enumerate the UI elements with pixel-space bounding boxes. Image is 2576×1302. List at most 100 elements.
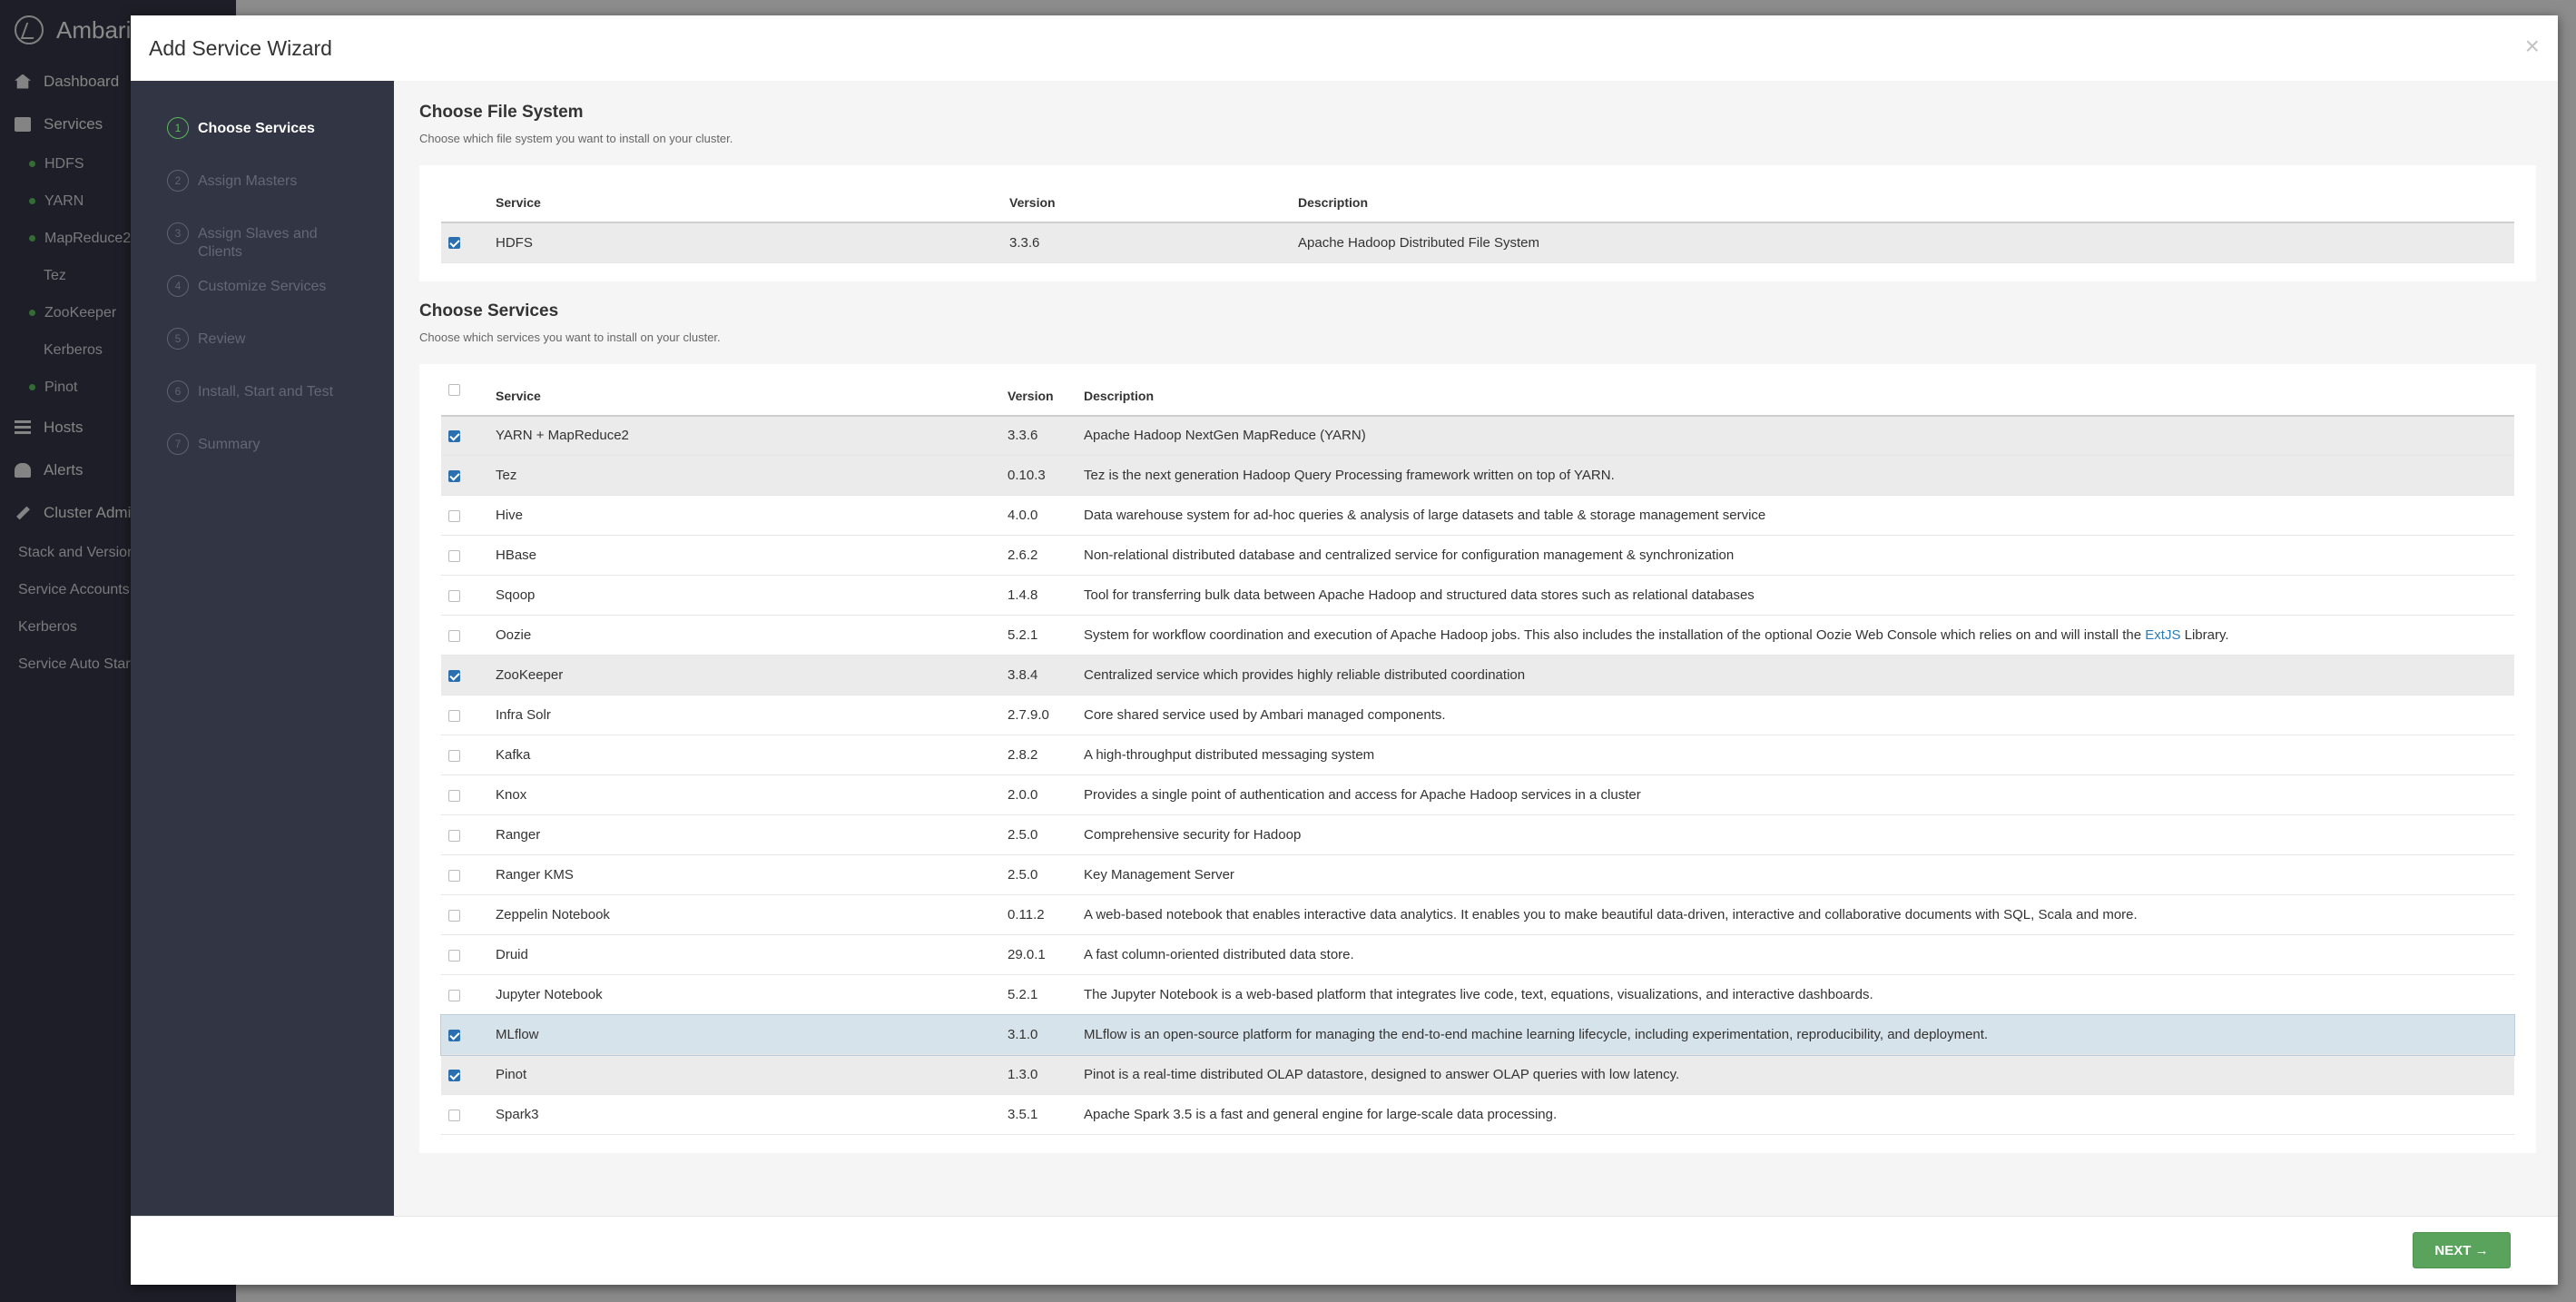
service-name: Infra Solr bbox=[496, 695, 1008, 735]
table-row[interactable]: Tez 0.10.3 Tez is the next generation Hado… bbox=[441, 455, 2514, 496]
wizard-step-7[interactable]: 7 Summary bbox=[131, 433, 394, 486]
wizard-steps: 1 Choose Services 2 Assign Masters 3 Assign S… bbox=[131, 81, 394, 1216]
service-version: 3.3.6 bbox=[1008, 415, 1084, 456]
service-version: 5.2.1 bbox=[1008, 974, 1084, 1015]
table-row[interactable]: Infra Solr 2.7.9.0 Core shared service use… bbox=[441, 695, 2514, 735]
service-checkbox[interactable] bbox=[448, 1029, 460, 1041]
description-cell: Apache Spark 3.5 is a fast and general e… bbox=[1084, 1094, 2514, 1135]
step-number: 6 bbox=[167, 380, 189, 402]
table-row[interactable]: Jupyter Notebook 5.2.1 The Jupyter Noteboo… bbox=[441, 974, 2514, 1015]
table-row[interactable]: Hive 4.0.0 Data warehouse system for ad-ho… bbox=[441, 495, 2514, 536]
service-checkbox[interactable] bbox=[448, 469, 460, 482]
service-checkbox[interactable] bbox=[448, 1069, 460, 1081]
close-icon[interactable]: × bbox=[2525, 34, 2540, 59]
modal-title: Add Service Wizard bbox=[149, 35, 332, 60]
table-row[interactable]: Pinot 1.3.0 Pinot is a real-time distribut… bbox=[441, 1054, 2514, 1095]
service-checkbox[interactable] bbox=[448, 949, 460, 962]
table-row[interactable]: Sqoop 1.4.8 Tool for transferring bulk dat… bbox=[441, 575, 2514, 616]
services-section-subtitle: Choose which services you want to instal… bbox=[419, 330, 721, 344]
checkbox-cell bbox=[441, 1014, 496, 1055]
table-row[interactable]: Zeppelin Notebook 0.11.2 A web-based noteb… bbox=[441, 894, 2514, 935]
wizard-step-4[interactable]: 4 Customize Services bbox=[131, 275, 394, 328]
service-checkbox[interactable] bbox=[448, 629, 460, 642]
checkbox-cell bbox=[441, 415, 496, 456]
service-description: Tool for transferring bulk data between … bbox=[1084, 587, 1755, 603]
table-row[interactable]: Ranger 2.5.0 Comprehensive security for Ha… bbox=[441, 814, 2514, 855]
service-name: Tez bbox=[496, 455, 1008, 496]
table-row[interactable]: Druid 29.0.1 A fast column-oriented distri… bbox=[441, 934, 2514, 975]
extjs-link[interactable]: ExtJS bbox=[2145, 627, 2180, 643]
step-number: 4 bbox=[167, 275, 189, 297]
service-checkbox[interactable] bbox=[448, 789, 460, 802]
service-description: Non-relational distributed database and … bbox=[1084, 547, 1735, 563]
description-cell: Centralized service which provides highl… bbox=[1084, 655, 2514, 695]
service-checkbox[interactable] bbox=[448, 509, 460, 522]
service-checkbox[interactable] bbox=[448, 589, 460, 602]
checkbox-cell bbox=[441, 814, 496, 855]
table-row[interactable]: HDFS 3.3.6 Apache Hadoop Distributed File … bbox=[441, 222, 2514, 263]
step-label: Assign Slaves and Clients bbox=[198, 226, 318, 260]
checkbox-cell bbox=[441, 695, 496, 735]
table-row[interactable]: Knox 2.0.0 Provides a single point of auth… bbox=[441, 774, 2514, 815]
select-all-checkbox[interactable] bbox=[448, 384, 460, 397]
checkbox-cell bbox=[441, 575, 496, 616]
service-checkbox[interactable] bbox=[448, 909, 460, 922]
filesystem-table: Service Version Description HDFS 3.3.6 Apa… bbox=[441, 183, 2514, 263]
table-row[interactable]: Ranger KMS 2.5.0 Key Management Server bbox=[441, 854, 2514, 895]
wizard-step-2[interactable]: 2 Assign Masters bbox=[131, 170, 394, 222]
description-column-header: Description bbox=[1084, 376, 2514, 417]
service-checkbox[interactable] bbox=[448, 549, 460, 562]
service-column-header: Service bbox=[496, 376, 1008, 417]
service-checkbox[interactable] bbox=[448, 429, 460, 442]
wizard-step-3[interactable]: 3 Assign Slaves and Clients bbox=[131, 222, 394, 275]
service-checkbox[interactable] bbox=[448, 669, 460, 682]
description-cell: A high-throughput distributed messaging … bbox=[1084, 735, 2514, 775]
table-row[interactable]: Spark3 3.5.1 Apache Spark 3.5 is a fast an… bbox=[441, 1094, 2514, 1135]
service-description: System for workflow coordination and exe… bbox=[1084, 627, 2142, 643]
service-description: Key Management Server bbox=[1084, 867, 1234, 883]
service-version: 2.7.9.0 bbox=[1008, 695, 1084, 735]
checkbox-cell bbox=[441, 615, 496, 656]
step-number: 3 bbox=[167, 222, 189, 244]
step-label: Assign Masters bbox=[198, 173, 298, 189]
service-checkbox[interactable] bbox=[448, 869, 460, 882]
service-checkbox[interactable] bbox=[448, 749, 460, 762]
service-name: Spark3 bbox=[496, 1094, 1008, 1135]
description-cell: A fast column-oriented distributed data … bbox=[1084, 934, 2514, 975]
checkbox-cell bbox=[441, 1054, 496, 1095]
version-column-header: Version bbox=[1008, 376, 1084, 417]
table-row[interactable]: YARN + MapReduce2 3.3.6 Apache Hadoop Next… bbox=[441, 415, 2514, 456]
description-cell: System for workflow coordination and exe… bbox=[1084, 615, 2514, 656]
service-name: Hive bbox=[496, 495, 1008, 536]
table-header-row: Service Version Description bbox=[441, 376, 2514, 417]
description-suffix: Library. bbox=[2180, 627, 2229, 643]
wizard-step-1[interactable]: 1 Choose Services bbox=[131, 117, 394, 170]
step-number: 5 bbox=[167, 328, 189, 350]
service-checkbox[interactable] bbox=[448, 237, 460, 250]
service-checkbox[interactable] bbox=[448, 989, 460, 1001]
service-version: 3.1.0 bbox=[1008, 1014, 1084, 1055]
description-cell: A web-based notebook that enables intera… bbox=[1084, 894, 2514, 935]
description-cell: Comprehensive security for Hadoop bbox=[1084, 814, 2514, 855]
step-number: 1 bbox=[167, 117, 189, 139]
select-all-checkbox-cell bbox=[441, 376, 496, 417]
service-description: Apache Hadoop NextGen MapReduce (YARN) bbox=[1084, 428, 1366, 444]
service-name: Ranger bbox=[496, 814, 1008, 855]
next-button[interactable]: NEXT → bbox=[2413, 1232, 2511, 1268]
table-row[interactable]: Oozie 5.2.1 System for workflow coordinati… bbox=[441, 615, 2514, 656]
service-checkbox[interactable] bbox=[448, 709, 460, 722]
service-checkbox[interactable] bbox=[448, 1109, 460, 1121]
table-row[interactable]: HBase 2.6.2 Non-relational distributed dat… bbox=[441, 535, 2514, 576]
description-cell: Apache Hadoop NextGen MapReduce (YARN) bbox=[1084, 415, 2514, 456]
services-section-title: Choose Services bbox=[419, 301, 559, 321]
wizard-step-5[interactable]: 5 Review bbox=[131, 328, 394, 380]
table-row[interactable]: Kafka 2.8.2 A high-throughput distributed … bbox=[441, 735, 2514, 775]
description-cell: Data warehouse system for ad-hoc queries… bbox=[1084, 495, 2514, 536]
step-number: 7 bbox=[167, 433, 189, 455]
service-checkbox[interactable] bbox=[448, 829, 460, 842]
step-label: Install, Start and Test bbox=[198, 384, 334, 399]
wizard-step-6[interactable]: 6 Install, Start and Test bbox=[131, 380, 394, 433]
table-row[interactable]: ZooKeeper 3.8.4 Centralized service which … bbox=[441, 655, 2514, 695]
service-name: Pinot bbox=[496, 1054, 1008, 1095]
table-row[interactable]: MLflow 3.1.0 MLflow is an open-source plat… bbox=[440, 1013, 2515, 1056]
